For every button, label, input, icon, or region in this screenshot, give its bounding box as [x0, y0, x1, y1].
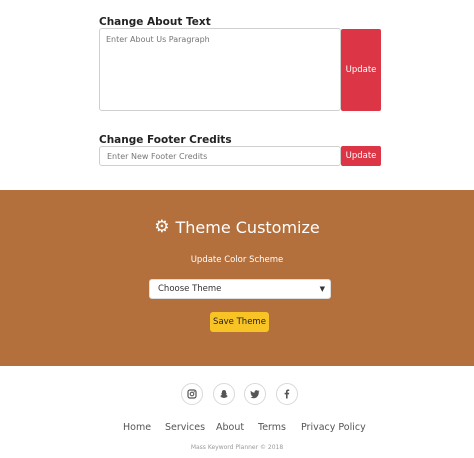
theme-title: ⚙ Theme Customize — [0, 218, 474, 237]
about-text-label: Change About Text — [99, 16, 211, 28]
footer-credits-update-button[interactable]: Update — [341, 146, 381, 166]
theme-select-value: Choose Theme — [158, 284, 222, 294]
save-theme-button[interactable]: Save Theme — [210, 312, 269, 332]
about-text-field[interactable] — [99, 28, 341, 111]
footer-link-about[interactable]: About — [216, 422, 244, 433]
footer-credits-label: Change Footer Credits — [99, 134, 232, 146]
snapchat-icon[interactable] — [213, 383, 235, 405]
copyright-text: Mass Keyword Planner © 2018 — [190, 444, 284, 451]
theme-customize-section: ⚙ Theme Customize Update Color Scheme Ch… — [0, 190, 474, 366]
page: Change About Text Update Change Footer C… — [0, 0, 474, 458]
theme-title-text: Theme Customize — [175, 218, 320, 237]
footer-link-services[interactable]: Services — [165, 422, 205, 433]
theme-subtitle: Update Color Scheme — [190, 255, 284, 265]
instagram-icon[interactable] — [181, 383, 203, 405]
footer-link-privacy-policy[interactable]: Privacy Policy — [301, 422, 366, 433]
footer-link-home[interactable]: Home — [123, 422, 151, 433]
footer-link-terms[interactable]: Terms — [258, 422, 286, 433]
twitter-icon[interactable] — [244, 383, 266, 405]
theme-select[interactable]: Choose Theme ▼ — [149, 279, 331, 299]
about-update-button[interactable]: Update — [341, 29, 381, 111]
footer-credits-field[interactable]: Enter New Footer Credits — [99, 146, 341, 166]
page-footer: Home Services About Terms Privacy Policy… — [0, 366, 474, 458]
settings-form-section: Change About Text Update Change Footer C… — [0, 0, 474, 190]
gear-icon: ⚙ — [154, 217, 170, 237]
facebook-icon[interactable] — [276, 383, 298, 405]
caret-down-icon: ▼ — [319, 285, 325, 293]
